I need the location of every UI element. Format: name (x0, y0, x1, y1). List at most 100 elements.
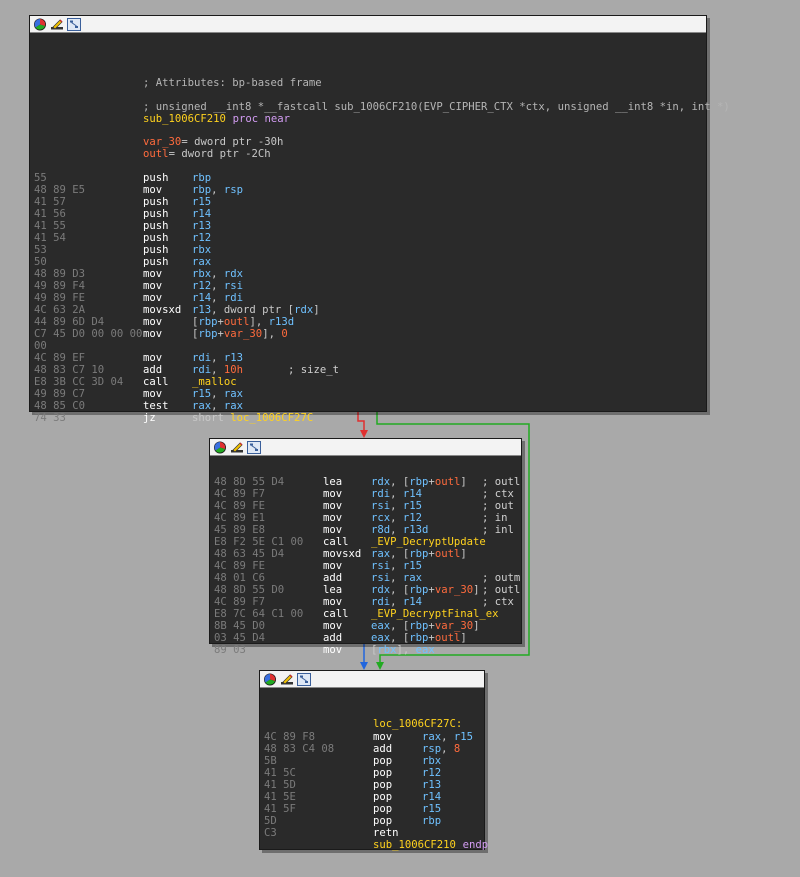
mnemonic: mov (143, 280, 163, 292)
code-line: 53 push rbx (30, 244, 706, 256)
operands: [rbp+outl], r13d (192, 316, 294, 328)
basic-block-1[interactable]: ; Attributes: bp-based frame ; unsigned _… (29, 15, 730, 424)
code-line: sub_1006CF210 proc near (30, 113, 706, 125)
stack-variable[interactable]: var_30 (435, 584, 473, 596)
stack-variable[interactable]: var_30 (435, 620, 473, 632)
operands: rbx (422, 755, 441, 767)
stack-variable[interactable]: var_30 (224, 328, 262, 340)
branch-target[interactable]: loc_1006CF27C (230, 412, 313, 424)
operand-text: , (211, 352, 224, 364)
register: rsp (422, 743, 442, 755)
operand-text: , (390, 488, 403, 500)
code-line: 4C 89 E1 mov rcx, r12 ; in (210, 512, 521, 524)
mnemonic: push (143, 244, 169, 256)
inline-comment: ; size_t (288, 364, 340, 376)
operand-text: , (211, 280, 224, 292)
opcode-bytes: E8 F2 5E C1 00 (214, 536, 304, 548)
code-line: 49 89 C7 mov r15, rax (30, 388, 706, 400)
operands: rcx, r12 (371, 512, 422, 524)
mnemonic: mov (323, 644, 343, 656)
mnemonic: mov (143, 352, 163, 364)
branch-target[interactable]: _EVP_DecryptFinal_ex (371, 608, 499, 620)
operands: rsi, r15 (371, 560, 422, 572)
register: rbp (192, 172, 212, 184)
operands: [rbx], eax (371, 644, 435, 656)
operands: rdi, 10h (192, 364, 243, 376)
color-wheel-icon[interactable] (213, 441, 227, 454)
label-name[interactable]: loc_1006CF27C: (373, 718, 462, 730)
inline-comment: ; outl (482, 584, 521, 596)
opcode-bytes: C7 45 D0 00 00 00 (34, 328, 143, 340)
stack-variable[interactable]: outl (435, 548, 461, 560)
register: r14 (402, 488, 423, 500)
operands: rsi, r15 (371, 500, 422, 512)
code-line: loc_1006CF27C: (260, 718, 484, 730)
variable-definition: = dword ptr -30h (181, 136, 284, 148)
code-line: 00 (30, 340, 706, 352)
code-line: C7 45 D0 00 00 00 mov [rbp+var_30], 0 (30, 328, 706, 340)
code-line: 48 83 C4 08 add rsp, 8 (260, 743, 484, 755)
register: rbx (377, 644, 397, 656)
register: rbp (198, 328, 218, 340)
opcode-bytes: 48 8D 55 D4 (214, 476, 285, 488)
label-name[interactable]: sub_1006CF210 (373, 839, 456, 851)
branch-target[interactable]: _EVP_DecryptUpdate (371, 536, 486, 548)
register: rax (223, 400, 244, 412)
opcode-bytes: 49 89 C7 (34, 388, 86, 400)
register: rax (192, 256, 212, 268)
color-wheel-icon[interactable] (263, 673, 277, 686)
mnemonic: pop (373, 815, 393, 827)
stack-variable[interactable]: outl (435, 476, 461, 488)
code-line: 41 5C pop r12 (260, 767, 484, 779)
code-line: sub_1006CF210 endp (260, 839, 488, 851)
opcode-bytes: 5B (264, 755, 277, 767)
register: rbp (409, 632, 429, 644)
register: rax (402, 572, 423, 584)
operands: rax, r15 (422, 731, 473, 743)
variable-name[interactable]: outl (143, 148, 169, 160)
opcode-bytes: 41 56 (34, 208, 66, 220)
code-line: 4C 89 F7 mov rdi, r14 ; ctx (210, 596, 521, 608)
register: eax (371, 620, 391, 632)
register: eax (371, 632, 391, 644)
basic-block-2[interactable]: 48 8D 55 D4 lea rdx, [rbp+outl]; outl 4C 89… (209, 438, 522, 656)
register: rax (422, 731, 442, 743)
opcode-bytes: 4C 89 F8 (264, 731, 316, 743)
opcode-bytes: 44 89 6D D4 (34, 316, 105, 328)
rename-pencil-icon[interactable] (230, 441, 244, 454)
opcode-bytes: C3 (264, 827, 277, 839)
register: rbp (198, 316, 218, 328)
mnemonic: add (323, 572, 343, 584)
stack-variable[interactable]: outl (435, 632, 461, 644)
code-line: 8B 45 D0 mov eax, [rbp+var_30] (210, 620, 521, 632)
variable-name[interactable]: var_30 (143, 136, 181, 148)
code-line: 48 89 E5 mov rbp, rsp (30, 184, 706, 196)
mnemonic: mov (143, 388, 163, 400)
opcode-bytes: 89 03 (214, 644, 246, 656)
operand-text: , (390, 512, 403, 524)
opcode-bytes: 4C 89 EF (34, 352, 86, 364)
register: r12 (192, 232, 212, 244)
stack-variable[interactable]: outl (224, 316, 250, 328)
rename-pencil-icon[interactable] (50, 18, 64, 31)
immediate: 8 (453, 743, 461, 755)
register: rbx (192, 268, 212, 280)
color-wheel-icon[interactable] (33, 18, 47, 31)
graph-overview-icon[interactable] (247, 440, 261, 454)
mnemonic: mov (143, 184, 163, 196)
operands: eax, [rbp+var_30] (371, 620, 479, 632)
operands: eax, [rbp+outl] (371, 632, 467, 644)
register: rbp (409, 548, 429, 560)
inline-comment: ; outm (482, 572, 521, 584)
code-line: 41 5E pop r14 (260, 791, 484, 803)
rename-pencil-icon[interactable] (280, 673, 294, 686)
graph-overview-icon[interactable] (297, 672, 311, 686)
mnemonic: push (143, 172, 169, 184)
label-name[interactable]: sub_1006CF210 (143, 113, 226, 125)
operand-text: , (211, 184, 224, 196)
branch-target[interactable]: _malloc (192, 376, 237, 388)
operands: rdi, r13 (192, 352, 243, 364)
basic-block-3[interactable]: loc_1006CF27C: 4C 89 F8 mov rax, r15 48 83 C… (259, 670, 488, 851)
operand-text: , (211, 388, 224, 400)
graph-overview-icon[interactable] (67, 17, 81, 31)
